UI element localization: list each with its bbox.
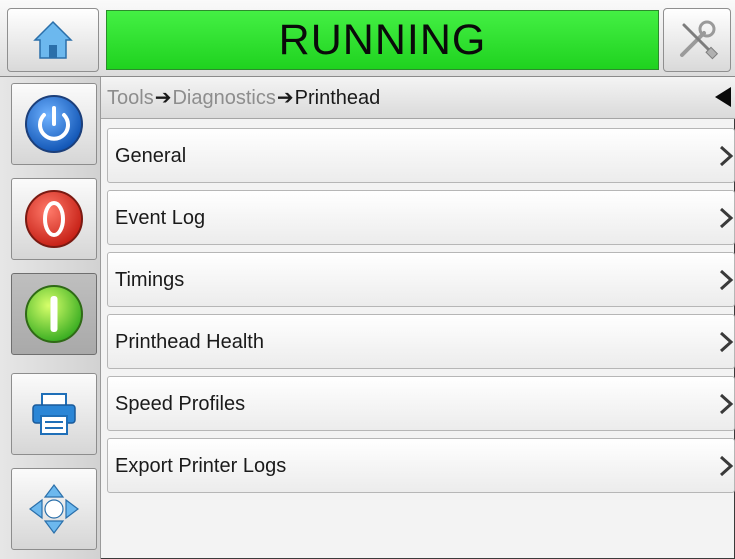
tools-icon xyxy=(680,20,719,60)
stop-icon xyxy=(25,190,83,248)
breadcrumb-separator: ➔ xyxy=(276,87,294,109)
menu-item-label: Event Log xyxy=(115,207,206,229)
start-button[interactable] xyxy=(11,273,97,355)
menu-item-printhead-health[interactable]: Printhead Health xyxy=(107,314,735,369)
breadcrumb-separator: ➔ xyxy=(154,87,172,109)
top-bar: RUNNING xyxy=(0,0,735,77)
sidebar xyxy=(0,77,101,559)
breadcrumb-item-diagnostics[interactable]: Diagnostics xyxy=(172,87,275,109)
print-button[interactable] xyxy=(11,373,97,455)
menu-item-event-log[interactable]: Event Log xyxy=(107,190,735,245)
stop-button[interactable] xyxy=(11,178,97,260)
printer-icon xyxy=(32,393,76,435)
menu-item-label: Speed Profiles xyxy=(115,393,246,415)
home-icon xyxy=(33,20,73,59)
breadcrumb: Tools➔Diagnostics➔Printhead xyxy=(101,77,735,119)
menu-item-label: Export Printer Logs xyxy=(115,455,287,477)
breadcrumb-item-tools[interactable]: Tools xyxy=(107,87,154,109)
chevron-right-icon xyxy=(719,331,734,353)
chevron-right-icon xyxy=(719,393,734,415)
start-icon xyxy=(25,285,83,343)
chevron-right-icon xyxy=(719,269,734,291)
power-button[interactable] xyxy=(11,83,97,165)
home-button[interactable] xyxy=(7,8,99,72)
menu-item-export-printer-logs[interactable]: Export Printer Logs xyxy=(107,438,735,493)
menu-item-speed-profiles[interactable]: Speed Profiles xyxy=(107,376,735,431)
chevron-right-icon xyxy=(719,455,734,477)
menu-item-label: General xyxy=(115,145,187,167)
navigate-icon xyxy=(29,484,79,534)
menu-item-label: Timings xyxy=(115,269,185,291)
chevron-right-icon xyxy=(719,207,734,229)
status-text: RUNNING xyxy=(278,15,487,64)
status-banner: RUNNING xyxy=(106,10,659,70)
tools-button[interactable] xyxy=(663,8,731,72)
navigate-button[interactable] xyxy=(11,468,97,550)
power-icon xyxy=(25,95,83,153)
chevron-right-icon xyxy=(719,145,734,167)
breadcrumb-current: Printhead xyxy=(294,87,381,109)
menu-list: General Event Log Timings Printhead Heal… xyxy=(107,128,735,500)
menu-item-general[interactable]: General xyxy=(107,128,735,183)
menu-item-timings[interactable]: Timings xyxy=(107,252,735,307)
menu-item-label: Printhead Health xyxy=(115,331,264,353)
back-arrow-icon[interactable] xyxy=(713,86,733,108)
